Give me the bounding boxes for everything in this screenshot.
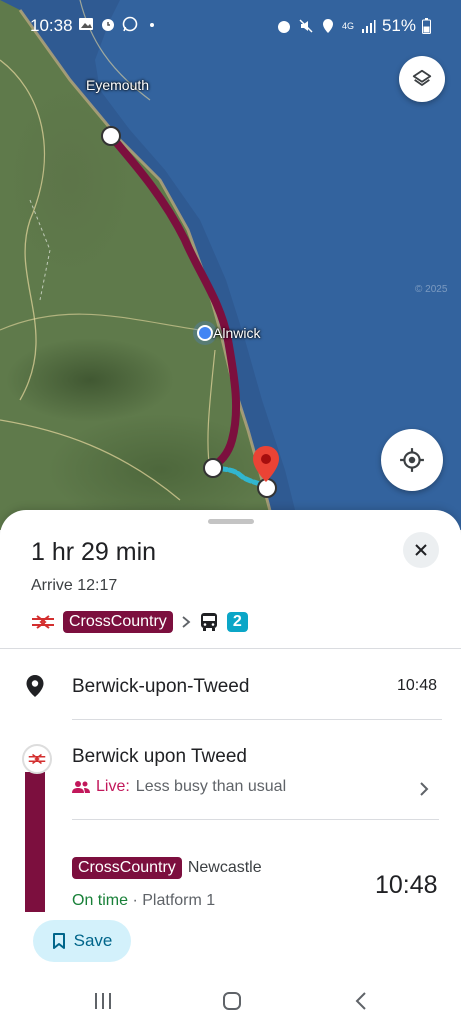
status-bar: 10:38 4G 51% (0, 0, 461, 50)
operator-badge: CrossCountry (63, 611, 173, 633)
live-status-text: Less busy than usual (135, 778, 287, 795)
sheet-drag-handle[interactable] (208, 519, 254, 524)
location-status-icon (322, 19, 333, 33)
mute-icon (299, 19, 313, 33)
national-rail-icon (32, 615, 54, 629)
origin-name[interactable]: Berwick-upon-Tweed (72, 676, 249, 698)
divider (72, 819, 439, 820)
my-location-button[interactable] (381, 429, 443, 491)
close-icon (415, 544, 427, 556)
rail-stop-marker (22, 744, 52, 774)
map-watermark: © 2025 (415, 284, 448, 295)
place-pin-icon[interactable] (251, 444, 281, 484)
national-rail-icon (28, 753, 46, 765)
alarm-icon (102, 19, 114, 31)
more-dot-icon (150, 23, 154, 27)
train-service-row[interactable]: CrossCountry Newcastle (72, 857, 262, 879)
location-pin-icon (26, 675, 44, 697)
departure-time: 10:48 (375, 871, 438, 899)
train-leg-line (25, 772, 45, 912)
origin-time: 10:48 (397, 677, 438, 694)
image-icon (79, 18, 93, 30)
trip-duration: 1 hr 29 min (31, 538, 157, 566)
whatsapp-icon (122, 16, 138, 32)
signal-icon (361, 20, 376, 33)
live-busyness-row[interactable]: Live: Less busy than usual (72, 778, 286, 796)
directions-sheet[interactable]: 1 hr 29 min Arrive 12:17 CrossCountry 2 … (0, 510, 461, 1024)
home-icon[interactable] (222, 991, 242, 1011)
divider (0, 648, 461, 649)
chevron-right-icon[interactable] (419, 781, 429, 797)
ontime-status: On time (72, 892, 129, 909)
train-operator-badge: CrossCountry (72, 857, 182, 879)
bus-icon (200, 613, 217, 631)
train-status-row: On time · Platform 1 (72, 892, 215, 910)
people-icon (72, 781, 90, 793)
network-type: 4G (341, 21, 354, 31)
save-button[interactable]: Save (33, 920, 131, 962)
bookmark-icon (52, 933, 65, 949)
route-start-marker[interactable] (101, 126, 121, 146)
divider (72, 719, 442, 720)
back-icon[interactable] (354, 991, 368, 1011)
map-label-eyemouth: Eyemouth (86, 77, 150, 93)
notification-icons (78, 16, 160, 32)
arrival-time: Arrive 12:17 (31, 577, 118, 594)
map-label-alnwick: Alnwick (213, 325, 261, 341)
chevron-right-icon (182, 616, 191, 628)
bus-route-badge: 2 (226, 612, 248, 632)
my-location-icon (400, 448, 424, 472)
recent-apps-icon[interactable] (93, 992, 113, 1010)
train-destination: Newcastle (187, 859, 262, 876)
save-label: Save (73, 931, 113, 950)
live-label: Live: (96, 778, 130, 795)
system-nav-bar (0, 978, 461, 1024)
alarm-status-icon (277, 21, 290, 33)
battery-percent: 51% (381, 16, 416, 35)
status-time: 10:38 (30, 16, 73, 35)
layers-button[interactable] (399, 56, 445, 102)
status-right: 4G 51% (276, 16, 431, 36)
platform-info: · Platform 1 (132, 892, 216, 909)
map-view[interactable]: Eyemouth Alnwick © 2025 (0, 0, 461, 530)
battery-icon (422, 18, 431, 34)
layers-icon (412, 69, 432, 86)
route-summary[interactable]: CrossCountry 2 (31, 611, 248, 633)
route-transfer-marker[interactable] (203, 458, 223, 478)
close-button[interactable] (403, 532, 439, 568)
station-name[interactable]: Berwick upon Tweed (72, 746, 247, 768)
